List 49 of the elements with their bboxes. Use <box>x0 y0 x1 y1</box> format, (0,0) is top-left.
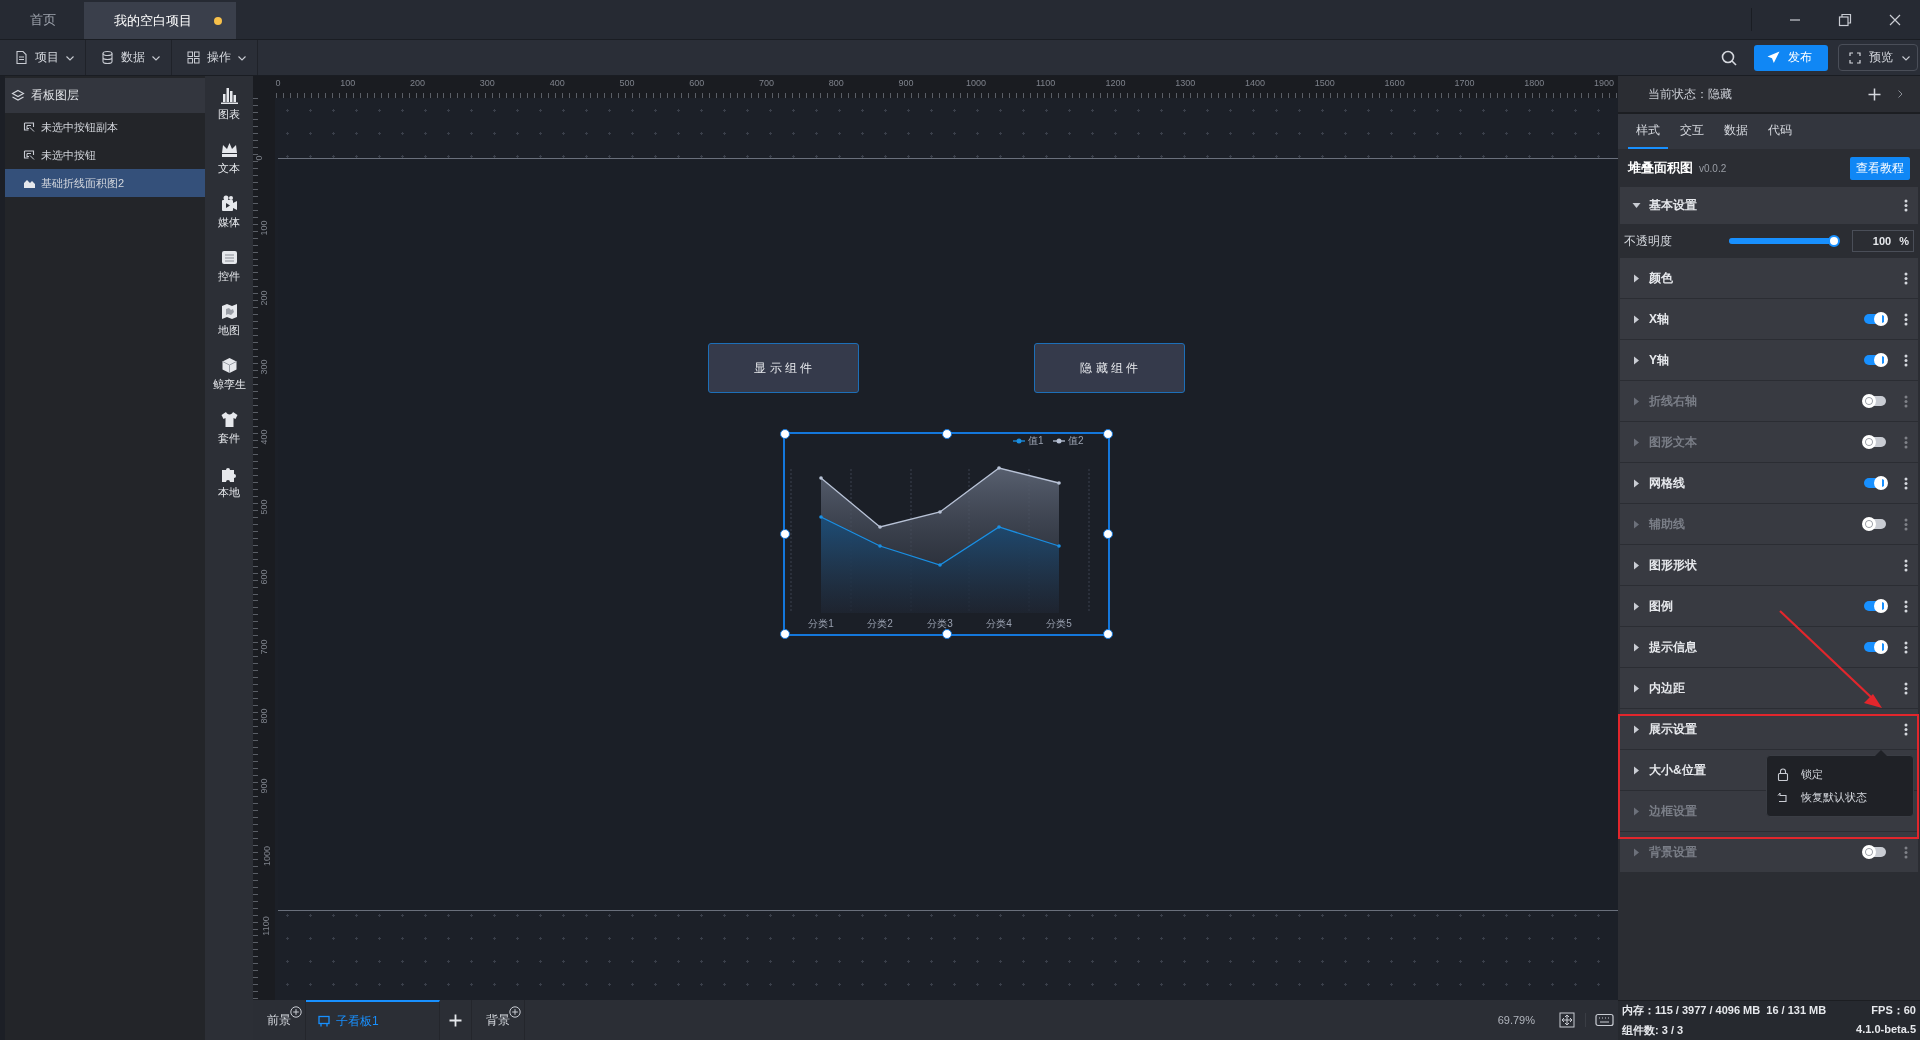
ruler-label: 700 <box>260 639 269 655</box>
ruler-label: 1200 <box>1105 78 1126 88</box>
ruler-label: 1400 <box>1245 78 1266 88</box>
ruler-label: 400 <box>549 78 565 88</box>
ruler-label: 500 <box>260 499 269 515</box>
category-label: 分类1 <box>808 618 834 629</box>
ruler-label: 1000 <box>965 78 986 88</box>
component-count: 组件数: 3 / 3 <box>1622 1023 1684 1038</box>
ruler-label: 1300 <box>1175 78 1196 88</box>
ruler-label: 1500 <box>1314 78 1335 88</box>
ruler-label: 500 <box>619 78 635 88</box>
ruler-label: 200 <box>260 290 269 306</box>
fps-counter: FPS：60 <box>1871 1003 1916 1018</box>
ruler-label: 600 <box>689 78 705 88</box>
ruler-label: 600 <box>260 569 269 585</box>
ruler-label: 300 <box>260 359 269 375</box>
category-label: 分类5 <box>1046 618 1072 629</box>
ruler-label: 0 <box>275 78 281 88</box>
category-label: 分类3 <box>927 618 953 629</box>
ruler-label: 1000 <box>262 845 272 866</box>
version-label: 4.1.0-beta.5 <box>1856 1023 1916 1037</box>
field-label: 不透明度 <box>1624 232 1673 250</box>
ruler-label: 900 <box>260 778 269 794</box>
ruler-label: 1100 <box>1036 78 1056 88</box>
ruler-label: 1800 <box>1524 78 1545 88</box>
ruler-label: 1700 <box>1454 78 1475 88</box>
ruler-label: 100 <box>340 78 356 88</box>
ruler-label: 1100 <box>262 916 272 936</box>
ruler-label: 700 <box>759 78 775 88</box>
ruler-label: 0 <box>255 155 264 161</box>
state-label: 当前状态：隐藏 <box>1648 85 1732 103</box>
memory-usage: 内存：115 / 3977 / 4096 MB 16 / 131 MB <box>1622 1003 1827 1018</box>
panel-title: 看板图层 <box>31 87 79 104</box>
ruler-label: 1900 <box>1594 78 1614 88</box>
category-label: 分类2 <box>867 618 893 629</box>
ruler-label: 400 <box>260 429 269 445</box>
category-label: 分类4 <box>986 618 1012 629</box>
component-name: 堆叠面积图 <box>1628 159 1693 177</box>
ruler-label: 200 <box>410 78 426 88</box>
legend-label: 值2 <box>1068 435 1084 446</box>
legend-label: 值1 <box>1028 435 1044 446</box>
zoom-level: 69.79% <box>1497 1014 1535 1026</box>
ruler-label: 800 <box>828 78 844 88</box>
version-label: v0.0.2 <box>1699 162 1727 174</box>
ruler-label: 1600 <box>1384 78 1405 88</box>
ruler-label: 100 <box>260 220 269 236</box>
ruler-label: 800 <box>260 708 269 724</box>
ruler-label: 900 <box>898 78 914 88</box>
ruler-label: 300 <box>479 78 495 88</box>
